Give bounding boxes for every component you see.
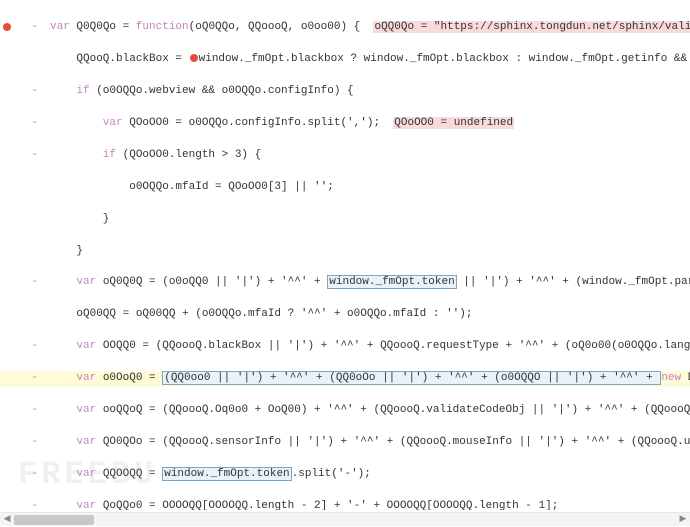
scrollbar-thumb[interactable] [14, 515, 94, 525]
scroll-right-arrow-icon[interactable]: ▶ [676, 513, 690, 527]
current-line-highlight: var o0OoQ0 = (QQ0oo0 || '|') + '^^' + (Q… [0, 371, 690, 387]
token-highlight: window._fmOpt.token [327, 275, 456, 289]
horizontal-scrollbar[interactable]: ◀ ▶ [0, 512, 690, 526]
inline-breakpoint[interactable] [190, 54, 198, 62]
scroll-left-arrow-icon[interactable]: ◀ [0, 513, 14, 527]
scrollbar-track[interactable] [14, 515, 676, 525]
token-highlight: window._fmOpt.token [162, 467, 291, 481]
code-keyword: var [50, 21, 70, 33]
inline-highlight: oQQ0Qo = "https://sphinx.tongdun.net/sph… [373, 21, 690, 33]
code-editor[interactable]: var Q0Q0Qo = function(oQ0QQo, QQoooQ, o0… [0, 0, 690, 510]
breakpoint-marker[interactable] [3, 23, 11, 31]
